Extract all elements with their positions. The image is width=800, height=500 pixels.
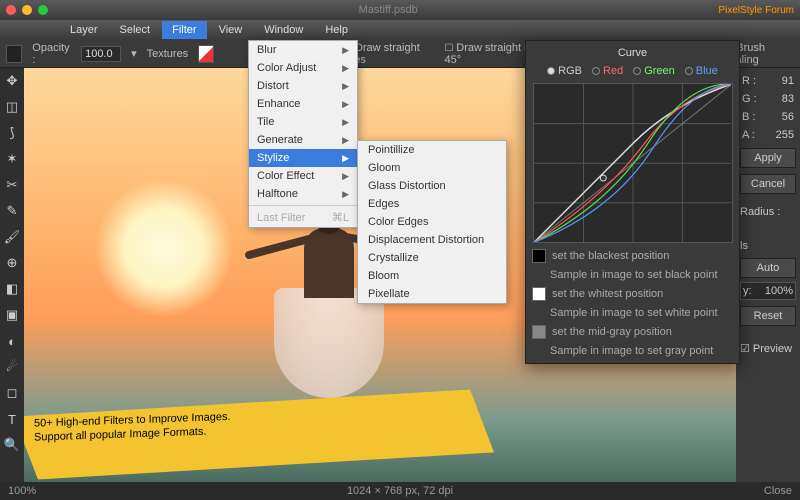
- menu-view[interactable]: View: [209, 21, 253, 39]
- radius-label: Radius :: [740, 206, 796, 218]
- stylize-displacement-distortion[interactable]: Displacement Distortion: [358, 231, 506, 249]
- curve-title: Curve: [532, 47, 733, 59]
- brush-preview-icon[interactable]: [6, 45, 22, 63]
- stylize-crystallize[interactable]: Crystallize: [358, 249, 506, 267]
- filter-item-blur[interactable]: Blur▶: [249, 41, 357, 59]
- bucket-tool-icon[interactable]: ▣: [3, 306, 21, 324]
- lasso-tool-icon[interactable]: ⟆: [3, 124, 21, 142]
- stylize-color-edges[interactable]: Color Edges: [358, 213, 506, 231]
- reset-button[interactable]: Reset: [740, 306, 796, 326]
- filter-item-distort[interactable]: Distort▶: [249, 77, 357, 95]
- channel-rgb-radio[interactable]: RGB: [547, 65, 582, 77]
- menu-filter[interactable]: Filter: [162, 21, 206, 39]
- crop-tool-icon[interactable]: ✂: [3, 176, 21, 194]
- filter-item-halftone[interactable]: Halftone▶: [249, 185, 357, 203]
- stylize-edges[interactable]: Edges: [358, 195, 506, 213]
- clone-tool-icon[interactable]: ⊕: [3, 254, 21, 272]
- cancel-button[interactable]: Cancel: [740, 174, 796, 194]
- channel-green-radio[interactable]: Green: [633, 65, 675, 77]
- menu-select[interactable]: Select: [110, 21, 161, 39]
- canvas-content: [94, 178, 234, 318]
- layers-partial-label: ls: [740, 240, 796, 252]
- eraser-tool-icon[interactable]: ◧: [3, 280, 21, 298]
- minimize-window-icon[interactable]: [22, 5, 32, 15]
- menu-help[interactable]: Help: [315, 21, 358, 39]
- window-titlebar: Mastiff.psdb PixelStyle Forum: [0, 0, 800, 20]
- filter-item-enhance[interactable]: Enhance▶: [249, 95, 357, 113]
- text-tool-icon[interactable]: T: [3, 410, 21, 428]
- promo-banner: 50+ High-end Filters to Improve Images. …: [24, 389, 494, 481]
- traffic-lights: [6, 5, 48, 15]
- filter-dropdown: Blur▶ Color Adjust▶ Distort▶ Enhance▶ Ti…: [248, 40, 358, 228]
- filter-item-last-filter: Last Filter⌘L: [249, 208, 357, 227]
- zoom-window-icon[interactable]: [38, 5, 48, 15]
- opacity-label: Opacity :: [32, 42, 71, 66]
- filter-item-color-effect[interactable]: Color Effect▶: [249, 167, 357, 185]
- brush-tool-icon[interactable]: 🖌: [3, 228, 21, 246]
- close-button[interactable]: Close: [764, 485, 792, 497]
- filter-item-stylize[interactable]: Stylize▶: [249, 149, 357, 167]
- stylize-glass-distortion[interactable]: Glass Distortion: [358, 177, 506, 195]
- filter-item-tile[interactable]: Tile▶: [249, 113, 357, 131]
- stylize-submenu: Pointillize Gloom Glass Distortion Edges…: [357, 140, 507, 304]
- preview-checkbox[interactable]: ☑ Preview: [740, 342, 796, 355]
- gradient-tool-icon[interactable]: ◐: [3, 332, 21, 350]
- channel-red-radio[interactable]: Red: [592, 65, 623, 77]
- forum-link[interactable]: PixelStyle Forum: [718, 5, 794, 16]
- close-window-icon[interactable]: [6, 5, 16, 15]
- opacity-input[interactable]: [81, 46, 121, 62]
- curve-dialog: Curve RGB Red Green Blue set the blackes…: [525, 40, 740, 364]
- stylize-pointillize[interactable]: Pointillize: [358, 141, 506, 159]
- info-panel: R :91 G :83 B :56 A :255 Apply Cancel Ra…: [736, 68, 800, 482]
- zoom-level[interactable]: 100%: [8, 485, 36, 497]
- stylize-gloom[interactable]: Gloom: [358, 159, 506, 177]
- textures-label[interactable]: Textures: [147, 48, 189, 60]
- channel-blue-radio[interactable]: Blue: [685, 65, 718, 77]
- menubar: Layer Select Filter View Window Help: [0, 20, 800, 40]
- smudge-tool-icon[interactable]: ☄: [3, 358, 21, 376]
- stylize-bloom[interactable]: Bloom: [358, 267, 506, 285]
- gray-point-picker-icon[interactable]: [532, 325, 546, 339]
- black-point-picker-icon[interactable]: [532, 249, 546, 263]
- wand-tool-icon[interactable]: ✶: [3, 150, 21, 168]
- status-bar: 100% 1024 × 768 px, 72 dpi Close: [0, 482, 800, 500]
- stylize-pixellate[interactable]: Pixellate: [358, 285, 506, 303]
- filter-item-color-adjust[interactable]: Color Adjust▶: [249, 59, 357, 77]
- apply-button[interactable]: Apply: [740, 148, 796, 168]
- menu-window[interactable]: Window: [254, 21, 313, 39]
- marquee-tool-icon[interactable]: ◫: [3, 98, 21, 116]
- document-dimensions: 1024 × 768 px, 72 dpi: [347, 485, 453, 497]
- document-filename: Mastiff.psdb: [58, 4, 718, 16]
- curve-graph[interactable]: [533, 83, 733, 243]
- eyedropper-tool-icon[interactable]: ✎: [3, 202, 21, 220]
- filter-item-generate[interactable]: Generate▶: [249, 131, 357, 149]
- move-tool-icon[interactable]: ✥: [3, 72, 21, 90]
- texture-swatch-icon[interactable]: [198, 45, 214, 63]
- layer-opacity-select[interactable]: y:100%: [740, 282, 796, 300]
- menu-layer[interactable]: Layer: [60, 21, 108, 39]
- tool-palette: ✥ ◫ ⟆ ✶ ✂ ✎ 🖌 ⊕ ◧ ▣ ◐ ☄ ◻ T 🔍: [0, 68, 24, 482]
- white-point-picker-icon[interactable]: [532, 287, 546, 301]
- shape-tool-icon[interactable]: ◻: [3, 384, 21, 402]
- zoom-tool-icon[interactable]: 🔍: [3, 436, 21, 454]
- opacity-chevron-icon[interactable]: ▾: [131, 47, 137, 60]
- auto-button[interactable]: Auto: [740, 258, 796, 278]
